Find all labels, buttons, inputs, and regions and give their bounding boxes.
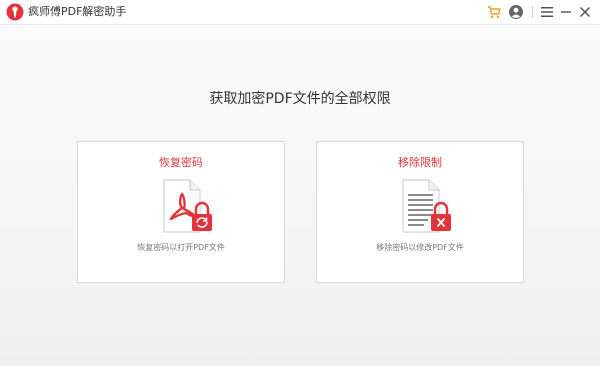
card-description: 移除密码以修改PDF文件 [376,243,464,252]
cart-icon[interactable] [486,4,502,20]
title-bar: 疯师傅PDF解密助手 [0,0,600,25]
card-title: 恢复密码 [159,156,203,169]
menu-icon[interactable] [539,4,555,20]
document-unlock-icon [401,178,461,234]
minimize-icon[interactable] [558,4,574,20]
card-title: 移除限制 [398,156,442,169]
card-description: 恢复密码以打开PDF文件 [137,243,225,252]
pdf-lock-icon [162,178,222,234]
main-panel: 获取加密PDF文件的全部权限 恢复密码 恢复密码以打开PDF文件 移除限制 移除… [0,25,600,366]
toolbar-divider [532,6,533,18]
close-icon[interactable] [577,4,593,20]
user-icon[interactable] [508,4,524,20]
remove-restrictions-card[interactable]: 移除限制 移除密码以修改PDF文件 [316,141,524,283]
page-headline: 获取加密PDF文件的全部权限 [209,91,391,107]
app-title: 疯师傅PDF解密助手 [28,5,127,18]
recover-password-card[interactable]: 恢复密码 恢复密码以打开PDF文件 [77,141,285,283]
app-logo-icon [6,3,24,21]
